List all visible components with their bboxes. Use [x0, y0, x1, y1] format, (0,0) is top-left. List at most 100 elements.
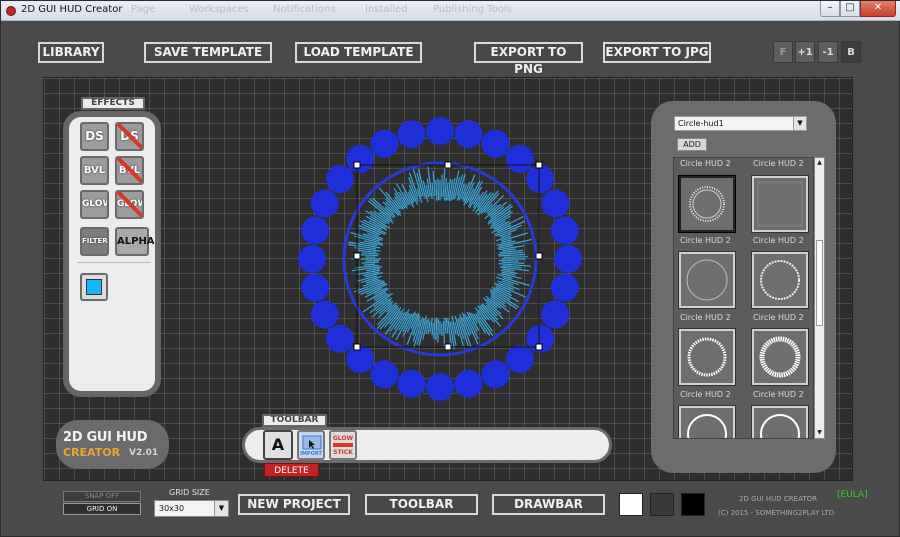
hud-spike-ring	[348, 166, 533, 350]
export-png-button[interactable]: EXPORT TO PNG	[474, 42, 583, 76]
grid-toggle[interactable]: GRID ON	[63, 503, 141, 515]
thin-ring-thumbnail	[686, 259, 728, 301]
save-template-button[interactable]: SAVE TEMPLATE	[144, 42, 272, 63]
hud-spike	[364, 263, 376, 266]
library-list[interactable]: Circle HUD 2 Circle HUD 2 Circle HUD 2 C…	[673, 157, 814, 439]
resize-handle[interactable]	[353, 343, 361, 351]
blank-thumbnail	[757, 181, 803, 227]
text-tool-button[interactable]: A	[263, 430, 293, 460]
resize-handle[interactable]	[353, 161, 361, 169]
hud-spike	[360, 254, 378, 257]
delete-button[interactable]: DELETE	[264, 463, 319, 477]
load-template-button[interactable]: LOAD TEMPLATE	[295, 42, 422, 63]
grid-size-select[interactable]: 30x30 ▼	[154, 500, 229, 517]
logo-version: V2.01	[129, 448, 159, 458]
hud-dot	[310, 300, 339, 329]
glow-off-button[interactable]: GLOW	[115, 190, 144, 219]
toolbar-button[interactable]: TOOLBAR	[365, 494, 478, 515]
list-item[interactable]	[751, 251, 809, 309]
scroll-up-icon[interactable]: ▲	[815, 158, 824, 168]
current-color	[86, 279, 102, 295]
bevel-on-button[interactable]: BVL	[80, 156, 109, 185]
minimize-button[interactable]: –	[820, 1, 840, 17]
library-category-select[interactable]: Circle-hud1 ▼	[674, 116, 807, 131]
library-button[interactable]: LIBRARY	[38, 42, 104, 63]
hud-dot	[325, 165, 354, 194]
hud-spike	[444, 317, 447, 334]
hud-dot	[481, 360, 510, 389]
hud-dot	[481, 129, 510, 158]
hud-spike	[361, 252, 380, 255]
list-item[interactable]	[751, 328, 809, 386]
import-button[interactable]: IMPORT	[297, 430, 325, 460]
maximize-button[interactable]: □	[840, 1, 860, 17]
scroll-down-icon[interactable]: ▼	[815, 428, 824, 438]
ghost-menu-item: Workspaces	[189, 4, 249, 15]
glow-stick-button[interactable]: GLOW STICK	[329, 430, 357, 460]
alpha-button[interactable]: ALPHA	[115, 227, 155, 256]
color-picker-swatch[interactable]	[80, 273, 108, 301]
layer-down-button[interactable]: -1	[818, 41, 838, 63]
grid-size-label: GRID SIZE	[169, 488, 210, 497]
filter-button[interactable]: FILTER	[80, 227, 109, 256]
hud-spike	[435, 180, 438, 202]
glow-on-button[interactable]: GLOW	[80, 190, 109, 219]
bring-front-button[interactable]: F	[773, 41, 793, 63]
list-item[interactable]	[678, 328, 736, 386]
drop-shadow-on-button[interactable]: DS	[80, 122, 109, 151]
chevron-down-icon[interactable]: ▼	[214, 501, 228, 516]
resize-handle[interactable]	[535, 252, 543, 260]
hud-spike	[442, 321, 446, 350]
export-jpg-button[interactable]: EXPORT TO JPG	[603, 42, 711, 63]
resize-handle[interactable]	[535, 161, 543, 169]
resize-handle[interactable]	[444, 161, 452, 169]
bg-color-gray[interactable]	[650, 493, 674, 516]
glow-stick-icon	[333, 443, 353, 447]
resize-handle[interactable]	[353, 252, 361, 260]
hud-dot	[370, 360, 399, 389]
list-item[interactable]	[678, 405, 736, 438]
add-button[interactable]: ADD	[677, 138, 707, 151]
drop-shadow-off-button[interactable]: DS	[115, 122, 144, 151]
list-item-label: Circle HUD 2	[753, 159, 804, 168]
send-back-button[interactable]: B	[841, 41, 861, 63]
drawbar-button[interactable]: DRAWBAR	[492, 494, 605, 515]
hud-spike	[431, 182, 434, 197]
list-item[interactable]	[678, 251, 736, 309]
hud-spike	[498, 259, 519, 262]
effects-panel-title: EFFECTS	[81, 97, 145, 110]
resize-handle[interactable]	[444, 343, 452, 351]
chevron-down-icon[interactable]: ▼	[793, 117, 806, 130]
grid-size-value: 30x30	[159, 504, 185, 513]
list-item[interactable]	[751, 175, 809, 233]
bevel-off-button[interactable]: BVL	[115, 156, 144, 185]
list-item[interactable]	[751, 405, 809, 438]
ghost-menu-item: Installed	[365, 4, 408, 15]
bg-color-white[interactable]	[619, 493, 643, 516]
hud-dot	[541, 189, 570, 218]
library-scrollbar[interactable]: ▲ ▼	[814, 157, 825, 439]
hud-dot	[298, 245, 326, 273]
layer-up-button[interactable]: +1	[795, 41, 815, 63]
hud-dot	[505, 144, 534, 173]
stick-label: STICK	[333, 449, 353, 456]
hud-spike	[441, 174, 443, 198]
logo-subtitle: CREATOR	[63, 446, 121, 459]
toolbar-panel-title: TOOLBAR	[262, 414, 327, 427]
new-project-button[interactable]: NEW PROJECT	[238, 494, 350, 515]
eula-link[interactable]: [EULA]	[837, 490, 868, 500]
resize-handle[interactable]	[535, 343, 543, 351]
hud-dot	[301, 273, 330, 302]
snap-toggle[interactable]: SNAP OFF	[63, 491, 141, 502]
scroll-thumb[interactable]	[816, 240, 823, 326]
window-title: 2D GUI HUD Creator	[21, 4, 123, 15]
hud-dot	[554, 245, 582, 273]
hud-spike	[501, 261, 525, 264]
hud-dot	[325, 324, 354, 353]
list-item-label: Circle HUD 2	[753, 313, 804, 322]
list-item[interactable]	[678, 175, 736, 233]
list-item-label: Circle HUD 2	[753, 390, 804, 399]
hud-dot	[370, 129, 399, 158]
bg-color-black[interactable]	[681, 493, 705, 516]
close-button[interactable]: ✕	[860, 1, 896, 17]
